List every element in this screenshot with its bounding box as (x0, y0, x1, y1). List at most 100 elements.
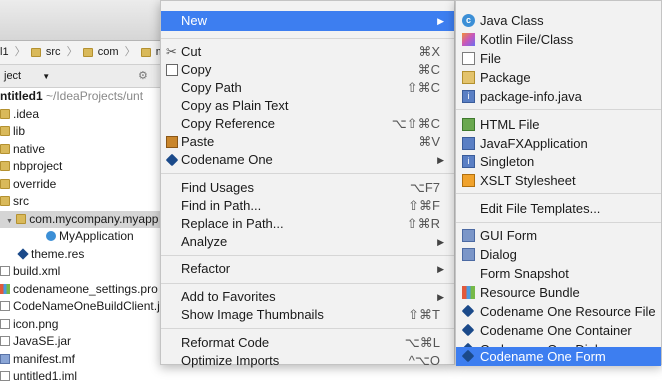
package-icon (462, 71, 475, 84)
new-submenu: c Java Class Kotlin File/Class File Pack… (455, 0, 662, 366)
xml-file-icon (0, 266, 10, 276)
menu-item-reformat-code[interactable]: Reformat Code ⌥⌘L (161, 333, 454, 353)
submenu-item-package[interactable]: Package (456, 68, 661, 88)
java-class-icon: c (462, 14, 475, 27)
menu-item-codename-one[interactable]: Codename One ▶ (161, 150, 454, 170)
submenu-item-package-info[interactable]: i package-info.java (456, 87, 661, 107)
menu-item-copy[interactable]: Copy ⌘C (161, 60, 454, 80)
menu-separator (161, 283, 454, 284)
java-file-icon: i (462, 90, 475, 103)
module-file-icon (0, 371, 10, 381)
kotlin-icon (462, 33, 475, 46)
folder-icon (0, 143, 10, 154)
submenu-arrow-icon: ▶ (437, 292, 444, 302)
submenu-arrow-icon: ▶ (437, 237, 444, 247)
tree-node[interactable]: JavaSE.jar (0, 333, 160, 351)
manifest-file-icon (0, 353, 10, 364)
xslt-icon (462, 174, 475, 187)
tree-node[interactable]: .idea (0, 106, 160, 124)
menu-item-show-image-thumbnails[interactable]: Show Image Thumbnails ⇧⌘T (161, 305, 454, 325)
menu-item-analyze[interactable]: Analyze ▶ (161, 232, 454, 252)
menu-item-replace-in-path[interactable]: Replace in Path... ⇧⌘R (161, 214, 454, 234)
chevron-right-icon: 〉 (121, 46, 136, 58)
chevron-right-icon: 〉 (63, 46, 78, 58)
folder-icon (0, 108, 10, 119)
jar-file-icon (0, 336, 10, 346)
submenu-item-edit-templates[interactable]: Edit File Templates... (456, 199, 661, 219)
file-icon (0, 301, 10, 311)
submenu-item-file[interactable]: File (456, 49, 661, 69)
project-tree: ntitled1 ~/IdeaProjects/unt .idea lib na… (0, 88, 160, 386)
chevron-down-icon[interactable]: ▼ (6, 218, 13, 225)
submenu-item-javafx[interactable]: JavaFXApplication (456, 134, 661, 154)
copy-icon (166, 64, 178, 76)
submenu-item-cn1-container[interactable]: Codename One Container (456, 321, 661, 341)
chevron-down-icon[interactable]: ▼ (42, 72, 50, 81)
tree-node[interactable]: theme.res (0, 246, 160, 264)
submenu-arrow-icon: ▶ (437, 155, 444, 165)
menu-item-copy-path[interactable]: Copy Path ⇧⌘C (161, 78, 454, 98)
submenu-item-resource-bundle[interactable]: Resource Bundle (456, 283, 661, 303)
menu-separator (456, 222, 661, 223)
tree-node[interactable]: override (0, 176, 160, 194)
tree-node[interactable]: nbproject (0, 158, 160, 176)
tree-node[interactable]: MyApplication (0, 228, 160, 246)
menu-item-refactor[interactable]: Refactor ▶ (161, 259, 454, 279)
menu-item-new[interactable]: New ▶ (161, 11, 454, 31)
breadcrumb-item-src[interactable]: src (46, 41, 61, 64)
html-file-icon (462, 118, 475, 131)
file-icon (462, 52, 475, 65)
menu-item-copy-plain-text[interactable]: Copy as Plain Text (161, 96, 454, 116)
tree-node[interactable]: codenameone_settings.pro (0, 281, 160, 299)
submenu-arrow-icon: ▶ (437, 264, 444, 274)
submenu-item-singleton[interactable]: i Singleton (456, 152, 661, 172)
tree-node[interactable]: lib (0, 123, 160, 141)
menu-separator (161, 38, 454, 39)
window-titlebar (0, 0, 160, 41)
view-selector[interactable]: ject (4, 70, 21, 82)
submenu-item-xslt[interactable]: XSLT Stylesheet (456, 171, 661, 191)
menu-item-find-in-path[interactable]: Find in Path... ⇧⌘F (161, 196, 454, 216)
properties-file-icon (0, 283, 10, 294)
menu-item-cut[interactable]: ✂ Cut ⌘X (161, 42, 454, 62)
codename-one-icon (166, 154, 178, 166)
javafx-icon (462, 137, 475, 150)
folder-icon (0, 126, 10, 136)
menu-item-add-to-favorites[interactable]: Add to Favorites ▶ (161, 287, 454, 307)
codename-one-icon (462, 305, 475, 318)
menu-separator (456, 193, 661, 194)
dialog-icon (462, 248, 475, 261)
submenu-item-dialog[interactable]: Dialog (456, 245, 661, 265)
menu-item-find-usages[interactable]: Find Usages ⌥F7 (161, 178, 454, 198)
submenu-item-cn1-form[interactable]: Codename One Form (456, 347, 661, 366)
tree-node[interactable]: CodeNameOneBuildClient.j (0, 298, 160, 316)
settings-icon[interactable]: ⚙ (138, 65, 148, 87)
menu-item-optimize-imports[interactable]: Optimize Imports ^⌥O (161, 351, 454, 371)
codename-one-icon (462, 324, 475, 337)
image-file-icon (0, 318, 10, 329)
java-file-icon: i (462, 155, 475, 168)
submenu-item-kotlin-file[interactable]: Kotlin File/Class (456, 30, 661, 50)
menu-item-paste[interactable]: Paste ⌘V (161, 132, 454, 152)
breadcrumb-item-com[interactable]: com (98, 41, 119, 64)
tree-node[interactable]: native (0, 141, 160, 159)
codename-one-icon (462, 350, 475, 363)
tree-node-selected[interactable]: ▼ com.mycompany.myapp (0, 210, 160, 228)
submenu-item-java-class[interactable]: c Java Class (456, 11, 661, 31)
tree-node-root[interactable]: ntitled1 ~/IdeaProjects/unt (0, 88, 160, 106)
tree-node[interactable]: untitled1.iml (0, 368, 160, 386)
menu-item-copy-reference[interactable]: Copy Reference ⌥⇧⌘C (161, 114, 454, 134)
submenu-item-cn1-resource-file[interactable]: Codename One Resource File (456, 302, 661, 322)
tree-node[interactable]: icon.png (0, 316, 160, 334)
tree-node[interactable]: src (0, 193, 160, 211)
folder-icon (30, 48, 41, 57)
breadcrumb-item-project[interactable]: l1 (0, 41, 9, 64)
menu-separator (456, 109, 661, 110)
submenu-item-html-file[interactable]: HTML File (456, 115, 661, 135)
project-panel: l1 〉 src 〉 com 〉 mycom ject ▼ ⚙ ntitled1… (0, 0, 160, 383)
folder-icon (0, 178, 10, 189)
tree-node[interactable]: manifest.mf (0, 351, 160, 369)
tree-node[interactable]: build.xml (0, 263, 160, 281)
submenu-item-form-snapshot[interactable]: Form Snapshot (456, 264, 661, 284)
submenu-item-gui-form[interactable]: GUI Form (456, 226, 661, 246)
